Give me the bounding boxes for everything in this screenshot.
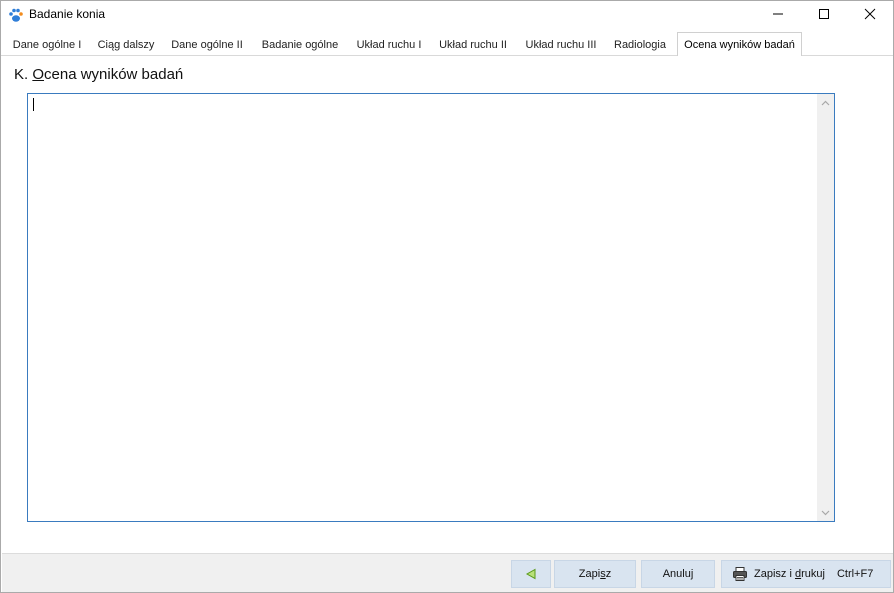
save-label-a: Zapi (578, 568, 601, 580)
tab-uklad-ruchu-2[interactable]: Układ ruchu II (431, 34, 515, 56)
save-label-b: z (605, 568, 612, 580)
results-textarea[interactable] (27, 93, 835, 522)
scroll-up-button[interactable] (817, 94, 834, 111)
save-and-print-label: Zapisz i drukuj (754, 568, 825, 580)
tab-dane-ogolne-2[interactable]: Dane ogólne II (163, 34, 251, 56)
close-button[interactable] (847, 1, 893, 27)
bottom-button-bar: Zapi s z Anuluj Zapisz i drukuj Ctrl+F7 (2, 553, 893, 592)
paw-icon (9, 8, 23, 22)
triangle-left-icon (525, 568, 536, 580)
cancel-button[interactable]: Anuluj (641, 560, 715, 588)
section-title-prefix: K. (14, 66, 33, 83)
save-and-print-shortcut: Ctrl+F7 (836, 568, 874, 580)
maximize-button[interactable] (801, 1, 847, 27)
back-button[interactable] (511, 560, 551, 588)
chevron-up-icon (821, 100, 830, 105)
section-title-accesskey: O (32, 66, 45, 83)
text-caret (33, 98, 34, 111)
tab-radiologia[interactable]: Radiologia (607, 34, 673, 56)
title-bar: Badanie konia (1, 1, 893, 29)
minimize-button[interactable] (755, 1, 801, 27)
maximize-icon (819, 9, 829, 19)
save-and-print-label-a: Zapisz i (754, 568, 795, 580)
section-title: K. Ocena wyników badań (14, 66, 183, 83)
save-and-print-label-b: rukuj (801, 568, 825, 580)
tab-uklad-ruchu-3[interactable]: Układ ruchu III (517, 34, 605, 56)
scroll-down-button[interactable] (817, 504, 834, 521)
vertical-scrollbar[interactable] (817, 94, 834, 521)
cancel-label: Anuluj (662, 568, 694, 580)
tab-ciag-dalszy[interactable]: Ciąg dalszy (91, 34, 161, 56)
window-title: Badanie konia (29, 7, 106, 21)
printer-icon (733, 567, 747, 581)
save-button[interactable]: Zapi s z (554, 560, 636, 588)
tab-ocena-wynikow-badan[interactable]: Ocena wyników badań (677, 32, 802, 57)
tab-uklad-ruchu-1[interactable]: Układ ruchu I (349, 34, 429, 56)
section-title-rest: cena wyników badań (44, 66, 184, 83)
save-and-print-button[interactable]: Zapisz i drukuj Ctrl+F7 (721, 560, 891, 588)
tab-badanie-ogolne[interactable]: Badanie ogólne (253, 34, 347, 56)
tab-content: K. Ocena wyników badań (2, 56, 893, 553)
close-icon (864, 8, 876, 20)
minimize-icon (773, 13, 783, 15)
main-window: Badanie konia Dane ogólne I Ciąg dalszy … (0, 0, 894, 593)
tab-strip: Dane ogólne I Ciąg dalszy Dane ogólne II… (1, 32, 893, 57)
chevron-down-icon (821, 510, 830, 515)
tab-dane-ogolne-1[interactable]: Dane ogólne I (5, 34, 89, 56)
